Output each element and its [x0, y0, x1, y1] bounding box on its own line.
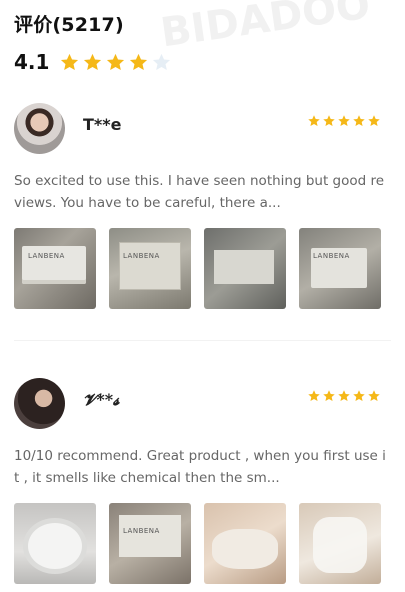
page-title: 评价(5217)	[14, 14, 124, 36]
review-photo[interactable]: LANBENA	[109, 503, 191, 584]
product-label: LANBENA	[28, 252, 65, 260]
star-icon	[105, 52, 126, 73]
reviewer-name: 𝓥**𝓼	[83, 390, 120, 409]
review-photo[interactable]: LANBENA	[299, 228, 381, 309]
avatar	[14, 378, 65, 429]
review-card: 𝓥**𝓼 10/10 recommend. Great product , wh…	[14, 378, 391, 584]
star-icon	[128, 52, 149, 73]
review-photo[interactable]: LANBENA	[109, 228, 191, 309]
star-icon	[151, 52, 172, 73]
divider	[14, 340, 391, 341]
reviewer-name: T**e	[83, 115, 122, 134]
review-text[interactable]: So excited to use this. I have seen noth…	[14, 170, 391, 214]
review-photo[interactable]: LANBENA	[14, 228, 96, 309]
watermark: BIDADOO	[157, 0, 373, 57]
review-photos: LANBENA LANBENA LANBENA	[14, 228, 391, 309]
star-icon	[322, 389, 336, 403]
review-photo[interactable]	[204, 503, 286, 584]
star-icon	[367, 389, 381, 403]
review-header: T**e	[14, 103, 391, 157]
review-card: T**e So excited to use this. I have seen…	[14, 103, 391, 309]
product-label: LANBENA	[123, 527, 160, 535]
review-photos: LANBENA	[14, 503, 391, 584]
product-label: LANBENA	[313, 252, 350, 260]
star-icon	[307, 114, 321, 128]
review-rating-stars	[307, 389, 381, 403]
average-rating-stars	[59, 52, 172, 73]
star-icon	[322, 114, 336, 128]
product-label: LANBENA	[123, 252, 160, 260]
star-icon	[352, 114, 366, 128]
average-rating: 4.1	[14, 50, 50, 74]
star-icon	[307, 389, 321, 403]
review-header: 𝓥**𝓼	[14, 378, 391, 432]
review-photo[interactable]	[299, 503, 381, 584]
review-photo[interactable]	[204, 228, 286, 309]
star-icon	[59, 52, 80, 73]
review-photo[interactable]	[14, 503, 96, 584]
review-rating-stars	[307, 114, 381, 128]
avatar	[14, 103, 65, 154]
star-icon	[337, 389, 351, 403]
reviews-header: 评价(5217)	[14, 10, 124, 37]
rating-summary: 4.1	[14, 50, 172, 74]
star-icon	[352, 389, 366, 403]
star-icon	[367, 114, 381, 128]
star-icon	[82, 52, 103, 73]
review-text[interactable]: 10/10 recommend. Great product , when yo…	[14, 445, 391, 489]
star-icon	[337, 114, 351, 128]
